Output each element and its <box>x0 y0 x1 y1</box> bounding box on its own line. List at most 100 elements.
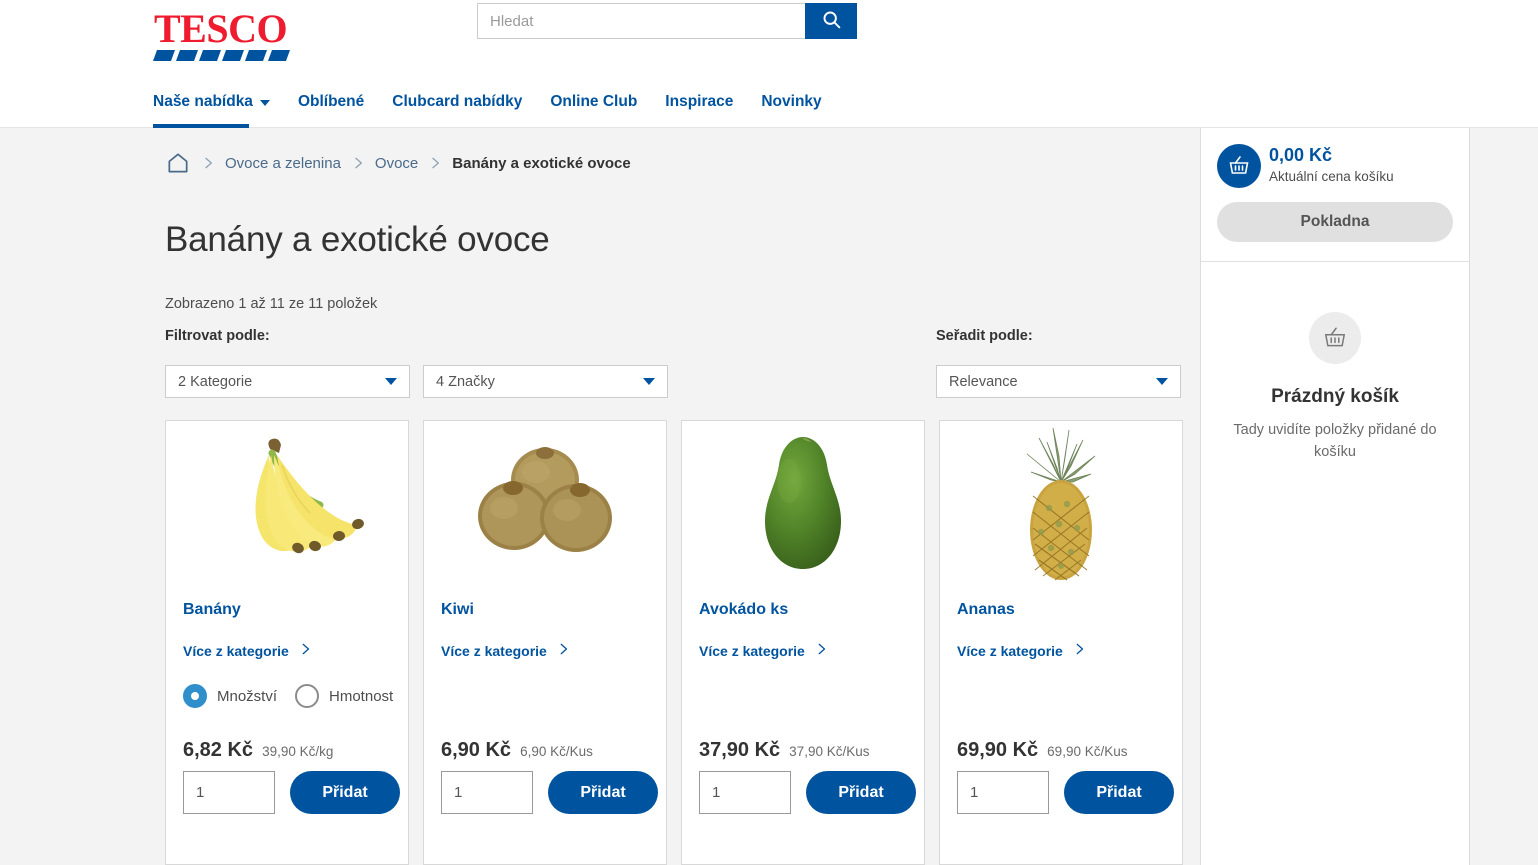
site-header: TESCO <box>0 0 1538 82</box>
nav-item-5[interactable]: Novinky <box>761 82 821 128</box>
quantity-input[interactable] <box>957 771 1049 814</box>
empty-basket-message: Prázdný košík Tady uvidíte položky přida… <box>1201 262 1469 464</box>
filter-brands-value: 4 Značky <box>436 373 495 390</box>
product-price: 69,90 Kč <box>957 739 1039 761</box>
nav-item-0[interactable]: Naše nabídka <box>153 82 270 128</box>
price-row: 6,82 Kč 39,90 Kč/kg <box>183 739 333 762</box>
product-name[interactable]: Banány <box>183 601 241 619</box>
nav-item-2[interactable]: Clubcard nabídky <box>392 82 522 128</box>
chevron-down-icon <box>259 100 270 106</box>
basket-summary: 0,00 Kč Aktuální cena košíku Pokladna <box>1201 128 1469 262</box>
unit-radio-label: Množství <box>217 687 278 705</box>
basket-sidebar: 0,00 Kč Aktuální cena košíku Pokladna Pr… <box>1200 128 1470 865</box>
breadcrumb-separator-icon <box>195 153 221 173</box>
pineapple-image[interactable] <box>940 421 1182 586</box>
more-from-category-label: Více z kategorie <box>183 642 289 659</box>
nav-item-4[interactable]: Inspirace <box>665 82 733 128</box>
add-to-basket-button[interactable]: Přidat <box>290 771 400 814</box>
more-from-category-link[interactable]: Více z kategorie <box>183 642 312 659</box>
chevron-right-icon <box>1072 642 1086 659</box>
unit-radio-1[interactable] <box>295 684 320 708</box>
nav-item-label: Online Club <box>550 93 638 110</box>
basket-icon <box>1217 144 1261 188</box>
nav-item-label: Oblíbené <box>297 93 365 110</box>
kiwi-image[interactable] <box>424 421 666 586</box>
quantity-input[interactable] <box>699 771 791 814</box>
page-title: Banány a exotické ovoce <box>165 220 550 259</box>
unit-toggle: Množství Hmotnost <box>183 684 401 708</box>
breadcrumb-item-2: Banány a exotické ovoce <box>452 154 631 172</box>
chevron-down-icon <box>643 378 655 385</box>
product-price: 37,90 Kč <box>699 739 781 761</box>
breadcrumb-separator-icon <box>345 153 371 173</box>
breadcrumb-item-0[interactable]: Ovoce a zelenina <box>225 155 341 172</box>
breadcrumb: Ovoce a zelenina Ovoce Banány a exotické o… <box>165 150 631 176</box>
quantity-row: Přidat <box>441 771 658 814</box>
product-price: 6,90 Kč <box>441 739 512 761</box>
nav-item-3[interactable]: Online Club <box>550 82 637 128</box>
breadcrumb-item-1[interactable]: Ovoce <box>375 155 418 172</box>
nav-item-1[interactable]: Oblíbené <box>298 82 364 128</box>
sort-value: Relevance <box>949 373 1018 390</box>
filter-brands-select[interactable]: 4 Značky <box>423 365 668 398</box>
search-icon <box>821 9 842 33</box>
page-root: TESCO Hledat Naše nabídka Oblíbené Clubc… <box>0 0 1538 865</box>
avocado-image[interactable] <box>682 421 924 586</box>
more-from-category-link[interactable]: Více z kategorie <box>441 642 570 659</box>
empty-basket-title: Prázdný košík <box>1271 386 1399 407</box>
price-row: 37,90 Kč 37,90 Kč/Kus <box>699 739 869 762</box>
quantity-row: Přidat <box>699 771 916 814</box>
quantity-input[interactable] <box>183 771 275 814</box>
svg-text:TESCO: TESCO <box>154 8 287 51</box>
sort-by-label: Seřadit podle: <box>936 328 1033 344</box>
product-name[interactable]: Kiwi <box>441 601 474 619</box>
unit-radio-0[interactable] <box>183 684 207 708</box>
nav-item-label: Clubcard nabídky <box>392 93 523 110</box>
chevron-right-icon <box>814 642 828 659</box>
more-from-category-link[interactable]: Více z kategorie <box>957 642 1086 659</box>
product-price: 6,82 Kč <box>183 739 254 761</box>
product-card: Kiwi Více z kategorie 6,90 Kč 6,90 Kč/Kus Př… <box>423 420 667 865</box>
checkout-button[interactable]: Pokladna <box>1217 202 1453 242</box>
home-icon[interactable] <box>165 150 191 176</box>
search-button[interactable] <box>805 3 857 39</box>
bananas-image[interactable] <box>166 421 408 586</box>
search-input[interactable] <box>477 3 805 39</box>
sort-select[interactable]: Relevance <box>936 365 1181 398</box>
main-navigation: Naše nabídka Oblíbené Clubcard nabídky Onli… <box>0 82 1538 128</box>
search-bar <box>477 3 857 39</box>
right-gutter <box>1471 128 1538 865</box>
product-name[interactable]: Avokádo ks <box>699 601 788 619</box>
add-to-basket-button[interactable]: Přidat <box>1064 771 1174 814</box>
basket-total-price: 0,00 Kč <box>1269 145 1333 165</box>
quantity-row: Přidat <box>183 771 400 814</box>
filter-categories-value: 2 Kategorie <box>178 373 253 390</box>
quantity-input[interactable] <box>441 771 533 814</box>
product-unit-price: 69,90 Kč/Kus <box>1047 744 1128 759</box>
chevron-right-icon <box>556 642 570 659</box>
chevron-right-icon <box>298 642 312 659</box>
nav-item-label: Novinky <box>761 93 822 110</box>
nav-item-label: Naše nabídka <box>153 93 253 110</box>
product-unit-price: 39,90 Kč/kg <box>262 744 334 759</box>
product-card: Ananas Více z kategorie 69,90 Kč 69,90 Kč/K… <box>939 420 1183 865</box>
add-to-basket-button[interactable]: Přidat <box>806 771 916 814</box>
tesco-logo[interactable]: TESCO <box>153 6 295 64</box>
product-name[interactable]: Ananas <box>957 601 1015 619</box>
nav-item-label: Inspirace <box>665 93 734 110</box>
filter-by-label: Filtrovat podle: <box>165 328 270 344</box>
quantity-row: Přidat <box>957 771 1174 814</box>
more-from-category-link[interactable]: Více z kategorie <box>699 642 828 659</box>
product-unit-price: 6,90 Kč/Kus <box>520 744 593 759</box>
filter-categories-select[interactable]: 2 Kategorie <box>165 365 410 398</box>
add-to-basket-button[interactable]: Přidat <box>548 771 658 814</box>
more-from-category-label: Více z kategorie <box>441 642 547 659</box>
unit-radio-label: Hmotnost <box>329 687 394 705</box>
basket-caption: Aktuální cena košíku <box>1269 169 1394 184</box>
empty-basket-subtitle: Tady uvidíte položky přidané do košíku <box>1233 422 1437 460</box>
breadcrumb-separator-icon <box>422 153 448 173</box>
price-row: 6,90 Kč 6,90 Kč/Kus <box>441 739 593 762</box>
product-card: Banány Více z kategorie Množství Hmotnost 6,… <box>165 420 409 865</box>
price-row: 69,90 Kč 69,90 Kč/Kus <box>957 739 1127 762</box>
chevron-down-icon <box>385 378 397 385</box>
